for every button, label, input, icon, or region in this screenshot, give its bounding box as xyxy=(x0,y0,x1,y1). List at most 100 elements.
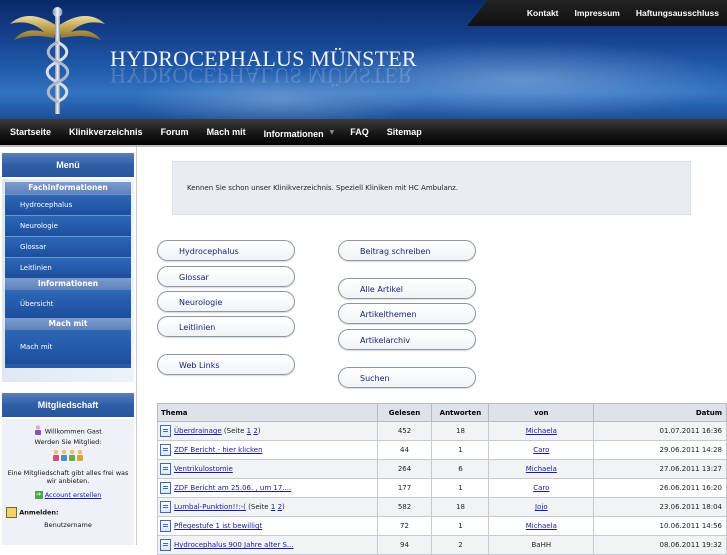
button-glossar[interactable]: Glossar xyxy=(157,266,295,287)
sidebar: Menü Fachinformationen Hydrocephalus Neu… xyxy=(0,147,137,545)
button-alle-artikel[interactable]: Alle Artikel xyxy=(338,278,476,299)
notice-box: Kennen Sie schon unser Klinikverzeichnis… xyxy=(172,161,691,215)
topic-link[interactable]: ZDF Bericht - hier klicken xyxy=(174,446,263,454)
answer-count: 1 xyxy=(431,478,490,498)
membership-info-text: Eine Mitgliedschaft gibt alles frei was … xyxy=(7,469,129,485)
read-count: 264 xyxy=(376,459,433,479)
topic-cell: Ventrikulostomie xyxy=(157,459,378,479)
answer-count: 18 xyxy=(431,421,490,441)
login-row: Anmelden: xyxy=(6,507,134,518)
sidebar-item-mach-mit[interactable]: Mach mit xyxy=(5,330,131,364)
topic-link[interactable]: Lumbal-Punktion!!:-( xyxy=(174,503,246,511)
dropdown-arrow-icon[interactable]: ▼ xyxy=(330,129,335,136)
column-header-von[interactable]: von xyxy=(488,403,595,422)
topic-link[interactable]: ZDF Bericht am 25.06. , um 17.... xyxy=(174,484,291,492)
username-label: Benutzername xyxy=(44,521,92,529)
membership-panel: Willkommen Gast Werden Sie Mitglied: Ein… xyxy=(2,419,134,545)
pages-label: (Seite xyxy=(248,503,269,511)
author-link[interactable]: Caro xyxy=(533,484,549,492)
topic-link[interactable]: Pflegestufe 1 ist bewilligt xyxy=(174,522,262,530)
topic-cell: ZDF Bericht - hier klicken xyxy=(157,440,378,460)
table-row: ZDF Bericht am 25.06. , um 17.... 177 1 … xyxy=(157,478,727,498)
column-header-antworten[interactable]: Antworten xyxy=(431,403,490,422)
author-name: BaHH xyxy=(488,535,595,555)
post-date: 10.06.2011 14:56 xyxy=(593,516,727,536)
nav-item-mach-mit[interactable]: Mach mit xyxy=(197,127,254,137)
column-header-gelesen[interactable]: Gelesen xyxy=(376,403,433,422)
site-title-reflection: HYDROCEPHALUS MÜNSTER xyxy=(110,63,413,88)
read-count: 582 xyxy=(376,497,433,517)
table-row: Überdrainage (Seite 1 2) 452 18 Michaela… xyxy=(157,421,727,441)
top-link-impressum[interactable]: Impressum xyxy=(567,8,628,18)
button-beitrag-schreiben[interactable]: Beitrag schreiben xyxy=(338,240,476,261)
sidebar-item-leitlinien[interactable]: Leitlinien xyxy=(5,257,131,278)
sidebar-item-hydrocephalus[interactable]: Hydrocephalus xyxy=(5,194,131,215)
main-content: Kennen Sie schon unser Klinikverzeichnis… xyxy=(137,147,727,555)
login-key-icon xyxy=(6,507,17,518)
document-icon xyxy=(160,501,171,513)
sidebar-menu-panel: Fachinformationen Hydrocephalus Neurolog… xyxy=(2,179,134,382)
nav-item-klinikverzeichnis[interactable]: Klinikverzeichnis xyxy=(59,127,151,137)
button-web-links[interactable]: Web Links xyxy=(157,354,295,375)
author-link[interactable]: Caro xyxy=(533,446,549,454)
top-link-kontakt[interactable]: Kontakt xyxy=(519,8,567,18)
nav-item-faq[interactable]: FAQ xyxy=(340,127,377,137)
post-date: 27.06.2011 13:27 xyxy=(593,459,727,479)
read-count: 44 xyxy=(376,440,433,460)
pages-suffix: ) xyxy=(257,427,261,435)
button-neurologie[interactable]: Neurologie xyxy=(157,291,295,312)
top-link-haftungsausschluss[interactable]: Haftungsausschluss xyxy=(628,8,727,18)
post-date: 08.06.2011 19:32 xyxy=(593,535,727,555)
sidebar-item-glossar[interactable]: Glossar xyxy=(5,236,131,257)
author-link[interactable]: Michaela xyxy=(526,465,557,473)
nav-item-forum[interactable]: Forum xyxy=(151,127,197,137)
read-count: 72 xyxy=(376,516,433,536)
read-count: 452 xyxy=(376,421,433,441)
caduceus-logo-icon xyxy=(10,7,105,114)
page-link[interactable]: 1 xyxy=(247,427,251,435)
button-artikelarchiv[interactable]: Artikelarchiv xyxy=(338,329,476,350)
user-icon xyxy=(34,425,42,437)
table-row: Ventrikulostomie 264 6 Michaela 27.06.20… xyxy=(157,459,727,479)
topic-link[interactable]: Hydrocephalus 900 Jahre alter S... xyxy=(174,541,294,549)
column-header-datum[interactable]: Datum xyxy=(593,403,727,422)
document-icon xyxy=(160,444,171,456)
answer-count: 1 xyxy=(431,516,490,536)
post-date: 26.06.2011 16:20 xyxy=(593,478,727,498)
main-navigation: Startseite Klinikverzeichnis Forum Mach … xyxy=(0,119,727,145)
post-date: 01.07.2011 16:36 xyxy=(593,421,727,441)
welcome-row: Willkommen Gast xyxy=(2,425,134,437)
sidebar-item-neurologie[interactable]: Neurologie xyxy=(5,215,131,236)
topic-link[interactable]: Ventrikulostomie xyxy=(174,465,233,473)
sidebar-section-informationen: Informationen xyxy=(5,278,131,290)
sidebar-item-uebersicht[interactable]: Übersicht xyxy=(5,290,131,318)
button-hydrocephalus[interactable]: Hydrocephalus xyxy=(157,240,295,261)
nav-item-sitemap[interactable]: Sitemap xyxy=(377,127,430,137)
sidebar-membership-title: Mitgliedschaft xyxy=(2,393,134,417)
topic-cell: Lumbal-Punktion!!:-( (Seite 1 2) xyxy=(157,497,378,517)
button-leitlinien[interactable]: Leitlinien xyxy=(157,316,295,337)
author-link[interactable]: Michaela xyxy=(526,522,557,530)
document-icon xyxy=(160,425,171,437)
topic-link[interactable]: Überdrainage xyxy=(174,427,222,435)
document-icon xyxy=(160,463,171,475)
read-count: 94 xyxy=(376,535,433,555)
sidebar-section-fachinformationen: Fachinformationen xyxy=(5,182,131,194)
create-account-link[interactable]: Account erstellen xyxy=(45,491,102,499)
nav-item-informationen[interactable]: Informationen xyxy=(254,125,332,139)
create-account-row: ➔ Account erstellen xyxy=(2,491,134,499)
sidebar-menu-title: Menü xyxy=(2,153,134,177)
page-link[interactable]: 1 xyxy=(271,503,275,511)
column-header-thema[interactable]: Thema xyxy=(157,403,378,422)
button-artikelthemen[interactable]: Artikelthemen xyxy=(338,303,476,324)
notice-text: Kennen Sie schon unser Klinikverzeichnis… xyxy=(187,184,459,192)
table-row: Hydrocephalus 900 Jahre alter S... 94 2 … xyxy=(157,535,727,555)
author-link[interactable]: Michaela xyxy=(526,427,557,435)
topic-cell: Überdrainage (Seite 1 2) xyxy=(157,421,378,441)
sidebar-footer-bar xyxy=(5,364,131,368)
author-link[interactable]: Jojo xyxy=(535,503,548,511)
become-member-text: Werden Sie Mitglied: xyxy=(34,438,102,446)
document-icon xyxy=(160,482,171,494)
nav-item-startseite[interactable]: Startseite xyxy=(0,127,59,137)
button-suchen[interactable]: Suchen xyxy=(338,367,476,388)
